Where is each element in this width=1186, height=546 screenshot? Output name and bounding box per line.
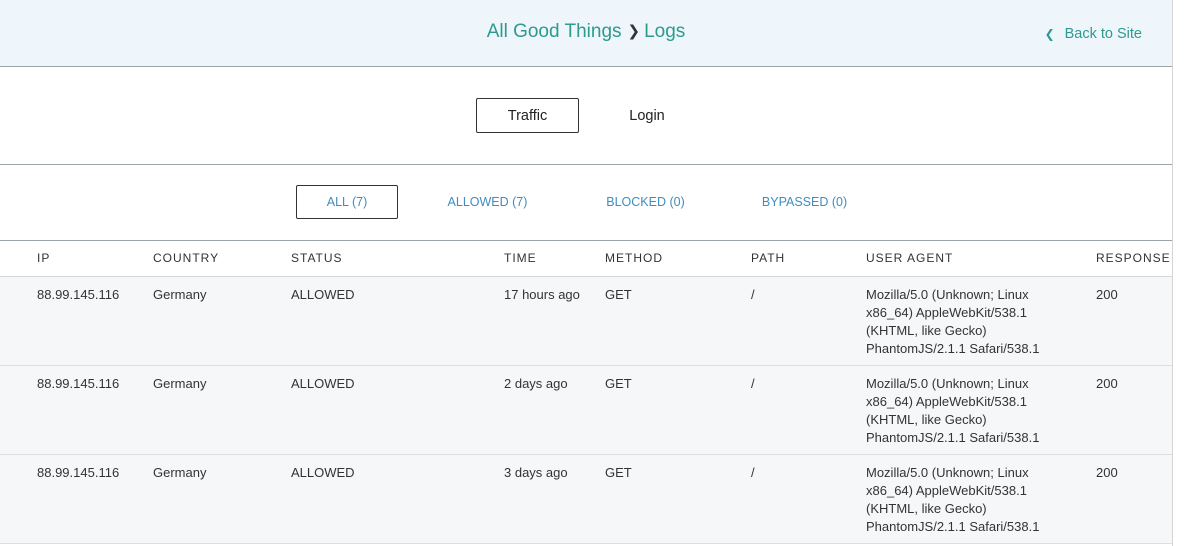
column-header-time: TIME [504,251,537,265]
cell-response: 200 [1096,465,1118,480]
column-header-country: COUNTRY [153,251,220,265]
table-row: 88.99.145.116 Germany ALLOWED 2 days ago… [0,366,1172,455]
filter-bypassed-button[interactable]: BYPASSED (0) [753,185,856,219]
cell-method: GET [605,287,632,302]
cell-ip: 88.99.145.116 [37,376,120,391]
cell-user-agent: Mozilla/5.0 (Unknown; Linux x86_64) Appl… [866,465,1040,534]
column-header-path: PATH [751,251,786,265]
cell-path: / [751,465,755,480]
cell-country: Germany [153,287,207,302]
cell-method: GET [605,376,632,391]
table-header: IP COUNTRY STATUS TIME METHOD PATH USER … [0,241,1172,277]
cell-response: 200 [1096,287,1118,302]
column-header-status: STATUS [291,251,343,265]
status-filters: ALL (7) ALLOWED (7) BLOCKED (0) BYPASSED… [0,165,1172,241]
cell-ip: 88.99.145.116 [37,287,120,302]
filter-all-button[interactable]: ALL (7) [296,185,398,219]
cell-status: ALLOWED [291,287,355,302]
table-row: 88.99.145.116 Germany ALLOWED 17 hours a… [0,277,1172,366]
cell-path: / [751,376,755,391]
site-name-link[interactable]: All Good Things [487,21,622,42]
logs-page: All Good Things ❯ Logs ❮ Back to Site Traff… [0,0,1172,546]
back-to-site-link[interactable]: ❮ Back to Site [1045,26,1142,42]
vertical-scrollbar[interactable] [1172,0,1186,546]
cell-method: GET [605,465,632,480]
breadcrumb: All Good Things ❯ Logs [0,21,1172,43]
cell-country: Germany [153,465,207,480]
column-header-user-agent: USER AGENT [866,251,954,265]
chevron-left-icon: ❮ [1044,27,1055,41]
cell-status: ALLOWED [291,465,355,480]
cell-path: / [751,287,755,302]
cell-time: 2 days ago [504,376,568,391]
tab-login[interactable]: Login [601,98,693,133]
filter-allowed-button[interactable]: ALLOWED (7) [437,185,538,219]
column-header-method: METHOD [605,251,663,265]
cell-status: ALLOWED [291,376,355,391]
cell-country: Germany [153,376,207,391]
column-header-response: RESPONSE [1096,251,1171,265]
back-to-site-label: Back to Site [1064,26,1142,42]
cell-response: 200 [1096,376,1118,391]
cell-time: 3 days ago [504,465,568,480]
cell-user-agent: Mozilla/5.0 (Unknown; Linux x86_64) Appl… [866,287,1040,356]
filter-blocked-button[interactable]: BLOCKED (0) [596,185,695,219]
cell-time: 17 hours ago [504,287,580,302]
column-header-ip: IP [37,251,51,265]
cell-ip: 88.99.145.116 [37,465,120,480]
log-type-tabs: Traffic Login [0,67,1172,165]
chevron-right-icon: ❯ [627,23,641,40]
table-row: 88.99.145.116 Germany ALLOWED 3 days ago… [0,455,1172,544]
cell-user-agent: Mozilla/5.0 (Unknown; Linux x86_64) Appl… [866,376,1040,445]
page-title: Logs [644,21,686,42]
top-header: All Good Things ❯ Logs ❮ Back to Site [0,0,1172,67]
tab-traffic[interactable]: Traffic [476,98,579,133]
